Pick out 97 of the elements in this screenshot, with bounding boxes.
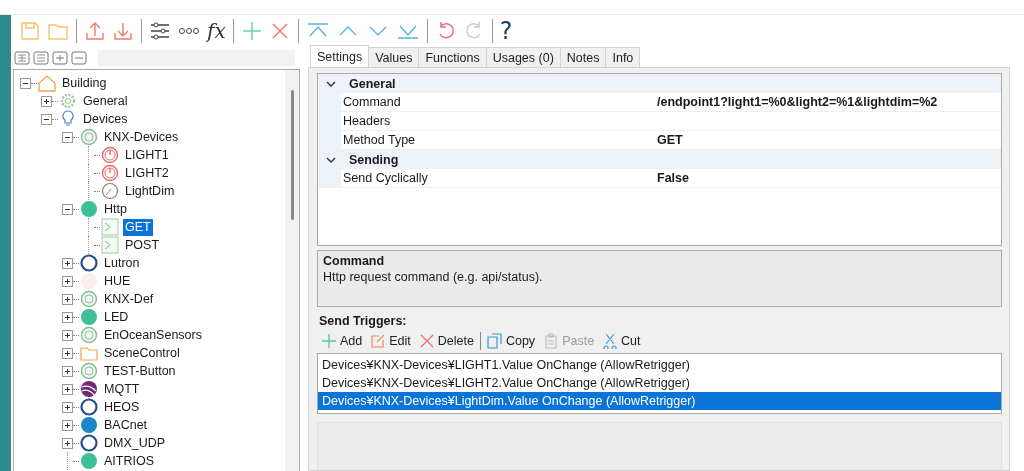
copy-button[interactable]: Copy (482, 333, 540, 349)
scrollbar[interactable] (285, 70, 299, 471)
circle-icon (79, 308, 99, 326)
circle-icon (79, 416, 99, 434)
tree-item[interactable]: KNX-Def (102, 290, 156, 308)
add-button[interactable]: Add (317, 333, 367, 349)
expand-icon[interactable] (62, 293, 73, 305)
tree-item[interactable]: SceneControl (102, 344, 182, 362)
expand-icon[interactable] (62, 257, 73, 269)
tree-item[interactable]: LightDim (123, 182, 177, 200)
expand-icon[interactable] (62, 347, 73, 359)
expand-icon[interactable] (62, 365, 73, 377)
expand-icon[interactable] (62, 401, 73, 413)
tree-item[interactable]: GET (123, 218, 153, 236)
expand-icon[interactable] (41, 95, 52, 107)
tree-item[interactable]: EnOceanSensors (102, 326, 204, 344)
help-button[interactable]: ? (497, 17, 515, 45)
section-title: Send Triggers: (319, 313, 408, 329)
terminal-icon (100, 236, 120, 254)
copy-icon (486, 333, 503, 349)
circle-icon (79, 200, 99, 218)
property-row[interactable]: Send Cyclically False (318, 169, 1001, 188)
tree-item[interactable]: HUE (102, 272, 133, 290)
tab[interactable]: Settings (310, 45, 370, 67)
collapse-icon[interactable] (62, 203, 73, 215)
ring-icon (79, 128, 99, 146)
ring-icon (79, 290, 99, 308)
category-label: General (349, 76, 396, 91)
expand-icon[interactable] (62, 311, 73, 323)
scissors-icon (602, 333, 619, 349)
expand-icon[interactable] (62, 419, 73, 431)
tree-item[interactable]: MQTT (102, 380, 142, 398)
close-icon (418, 333, 435, 349)
property-label: Headers (343, 114, 391, 128)
property-row[interactable]: Headers (318, 112, 1001, 131)
formula-button[interactable]: fx (205, 17, 228, 45)
tree-item[interactable]: KNX-Devices (102, 128, 181, 146)
property-label: Send Cyclically (343, 171, 428, 185)
expand-icon[interactable] (62, 275, 73, 287)
house-icon (37, 74, 57, 92)
tree-item[interactable]: BACnet (102, 416, 150, 434)
expand-icon[interactable] (62, 437, 73, 449)
trigger-item[interactable]: Devices¥KNX-Devices¥LIGHT1.Value OnChange (AllowRetrigger) (318, 356, 1001, 374)
plus-icon (321, 333, 337, 349)
expand-icon[interactable] (62, 329, 73, 341)
property-label: Method Type (343, 133, 416, 147)
property-label: Command (343, 95, 401, 109)
tree-item[interactable]: General (81, 92, 130, 110)
power-icon (100, 164, 120, 182)
description-text: Http request command (e.g. api/status). (323, 269, 544, 285)
tree-item[interactable]: POST (123, 236, 162, 254)
property-value[interactable]: False (657, 171, 689, 185)
property-value[interactable]: GET (657, 133, 683, 147)
terminal-icon (100, 218, 120, 236)
gear-icon (58, 92, 78, 110)
tree-item[interactable]: Lutron (102, 254, 142, 272)
edit-icon (370, 333, 387, 349)
tree-item[interactable]: LIGHT1 (123, 146, 171, 164)
category-label: Sending (349, 152, 399, 167)
property-row[interactable]: Method Type GET (318, 131, 1001, 150)
expand-icon[interactable] (62, 383, 73, 395)
collapse-icon[interactable] (62, 131, 73, 143)
clipboard-icon (543, 333, 560, 349)
circle-icon (79, 452, 99, 470)
folder-icon (79, 344, 99, 362)
property-value[interactable]: /endpoint1?light1=%0&light2=%1&lightdim=%2 (657, 95, 938, 109)
tree-item[interactable]: TEST-Button (102, 362, 178, 380)
tree-item[interactable]: AITRIOS (102, 452, 156, 470)
chevron-icon[interactable] (326, 79, 336, 88)
tree-item[interactable]: HEOS (102, 398, 142, 416)
tab[interactable]: Usages (0) (485, 47, 561, 67)
edit-button[interactable]: Edit (366, 333, 415, 349)
power-icon (100, 146, 120, 164)
collapse-icon[interactable] (20, 77, 31, 89)
tab[interactable]: Notes (559, 47, 607, 67)
ring-icon (79, 362, 99, 380)
tab[interactable]: Values (368, 47, 420, 67)
tree-item[interactable]: LED (102, 308, 131, 326)
description-title: Command (323, 253, 386, 269)
chevron-icon[interactable] (326, 155, 336, 164)
collapse-icon[interactable] (41, 113, 52, 125)
delete-button[interactable]: Delete (414, 333, 478, 349)
tree-item[interactable]: Http (102, 200, 129, 218)
dial-icon (100, 182, 120, 200)
tree-item[interactable]: Devices (81, 110, 130, 128)
cut-button[interactable]: Cut (598, 333, 645, 349)
tree-item[interactable]: LIGHT2 (123, 164, 171, 182)
trigger-item[interactable]: Devices¥KNX-Devices¥LightDim.Value OnChange (AllowRetrigger) (318, 392, 1001, 410)
tab[interactable]: Info (605, 47, 641, 67)
striped-circle-icon (79, 380, 99, 398)
ring-icon (79, 326, 99, 344)
property-row[interactable]: Command /endpoint1?light1=%0&light2=%1&lightdim=%2 (318, 93, 1001, 112)
trigger-item[interactable]: Devices¥KNX-Devices¥LIGHT2.Value OnChange (AllowRetrigger) (318, 374, 1001, 392)
tree-item[interactable]: DMX_UDP (102, 434, 168, 452)
circle-icon (79, 272, 99, 290)
tree-item[interactable]: Building (60, 74, 109, 92)
tab[interactable]: Functions (418, 47, 487, 67)
